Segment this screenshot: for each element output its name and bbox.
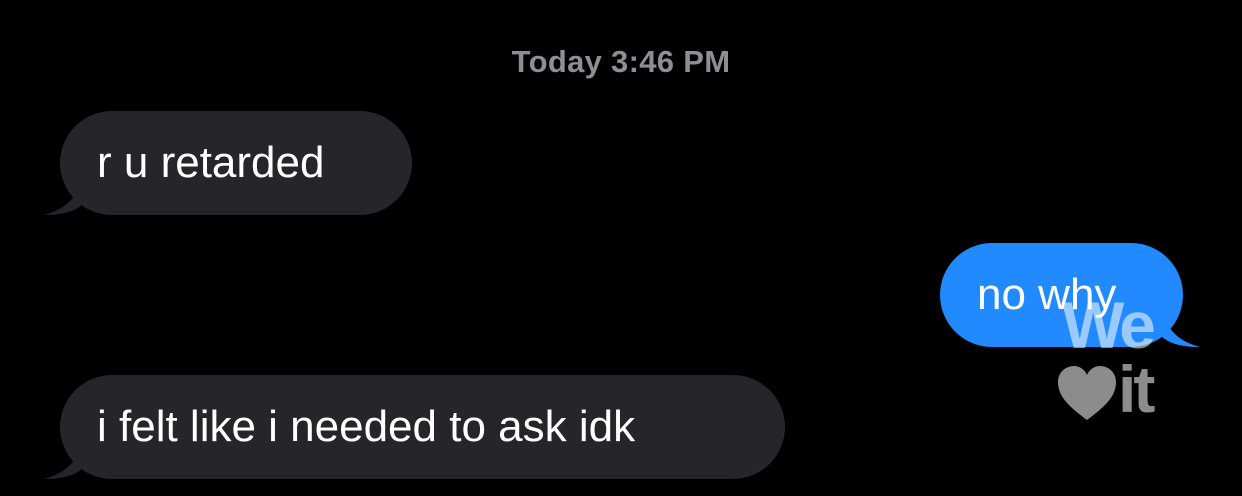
watermark-top-text: We: [1062, 288, 1156, 362]
message-text: r u retarded: [97, 138, 325, 187]
watermark-bottom-text: it: [1118, 352, 1155, 426]
bubble-tail-icon: [44, 439, 84, 479]
weheartit-watermark: We it: [1056, 292, 1186, 433]
incoming-message-bubble[interactable]: r u retarded: [44, 111, 412, 215]
bubble-tail-icon: [44, 175, 84, 215]
timestamp: Today 3:46 PM: [511, 44, 731, 79]
heart-icon: [1058, 366, 1116, 420]
incoming-message-bubble[interactable]: i felt like i needed to ask idk: [44, 375, 785, 479]
message-text: i felt like i needed to ask idk: [97, 402, 636, 451]
